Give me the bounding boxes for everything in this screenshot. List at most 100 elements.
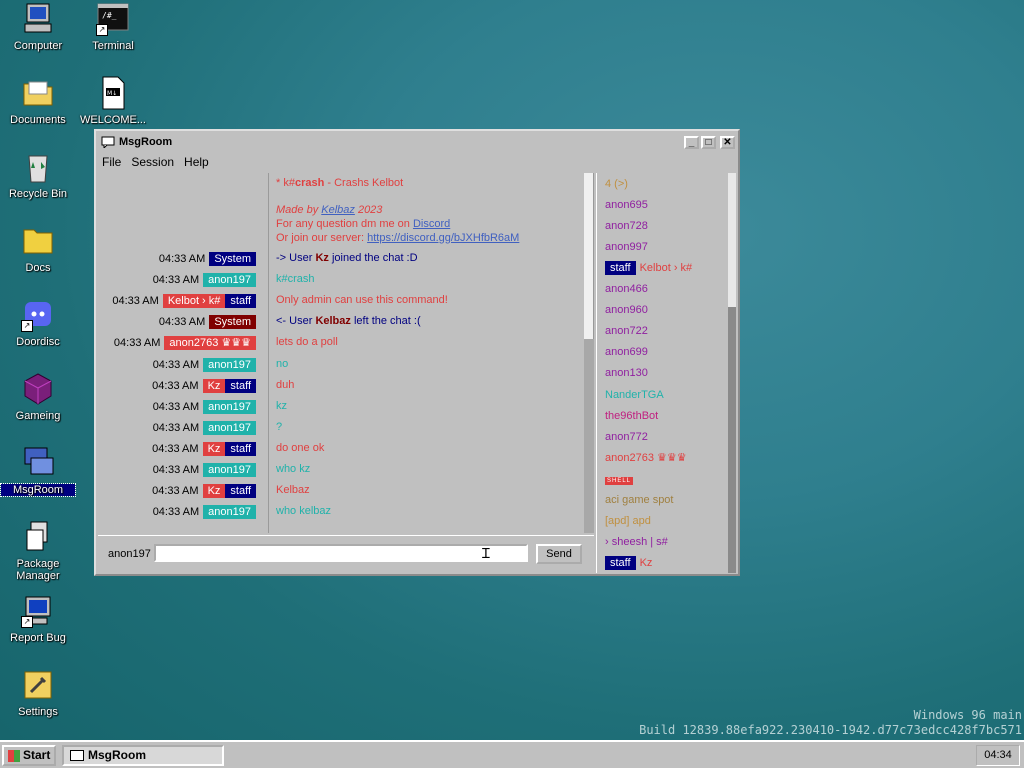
desktop-icon-docs[interactable]: Docs	[1, 224, 75, 274]
user-list-item[interactable]: anon695	[605, 196, 648, 214]
user-list-item[interactable]: staff Kz	[605, 554, 652, 572]
desktop-icon-terminal[interactable]: /#_ ↗ Terminal	[76, 2, 150, 52]
user-badge[interactable]: anon197	[203, 463, 256, 477]
user-list-item[interactable]: the96thBot	[605, 407, 658, 425]
user-list-item[interactable]: anon699	[605, 343, 648, 361]
maximize-button[interactable]: □	[701, 135, 716, 149]
message-scrollbar[interactable]	[584, 173, 594, 533]
user-badge[interactable]: anon197	[203, 400, 256, 414]
desktop-icon-welcome[interactable]: M↓ WELCOME...	[76, 76, 150, 126]
report-bug-icon: ↗	[21, 594, 55, 628]
user-list-item[interactable]: staff Kelbot › k#	[605, 259, 692, 277]
desktop-icon-msgroom[interactable]: MsgRoom	[0, 446, 76, 497]
user-badge[interactable]: staff	[225, 379, 256, 393]
message-meta: 04:33 AM System	[100, 251, 256, 267]
user-list-item[interactable]: [apd] apd	[605, 512, 651, 530]
user-list-item[interactable]: anon466	[605, 280, 648, 298]
desktop-icon-gameing[interactable]: Gameing	[1, 372, 75, 422]
desktop-icon-computer[interactable]: Computer	[1, 2, 75, 52]
taskbar-item-msgroom[interactable]: MsgRoom	[62, 745, 224, 766]
user-list-item[interactable]: aci game spot	[605, 491, 673, 509]
svg-text:M↓: M↓	[107, 90, 117, 97]
user-badge[interactable]: System	[209, 252, 256, 266]
user-name: 4 (>)	[605, 178, 628, 190]
scrollbar-thumb	[584, 173, 594, 339]
message-text: Only admin can use this command!	[276, 294, 448, 306]
scrollbar-track	[584, 339, 594, 533]
user-badge[interactable]: anon197	[203, 421, 256, 435]
windows-logo-icon	[8, 749, 20, 762]
message-timestamp: 04:33 AM	[152, 359, 200, 371]
user-name: [apd] apd	[605, 515, 651, 527]
user-badge[interactable]: Kz	[202, 484, 226, 498]
message-meta: 04:33 AM System	[100, 314, 256, 330]
desktop-icon-recycle-bin[interactable]: Recycle Bin	[1, 150, 75, 200]
minimize-button[interactable]: _	[684, 135, 699, 149]
message-text: duh	[276, 379, 295, 391]
markdown-file-icon: M↓	[96, 76, 130, 110]
user-list: 4 (>) anon695 anon728 anon997 staff Kelbot › …	[596, 173, 727, 573]
user-scrollbar-track	[728, 307, 736, 573]
message-text: ?	[276, 421, 283, 433]
user-list-item[interactable]: anon772	[605, 428, 648, 446]
message-meta: 04:33 AM anon197	[100, 399, 256, 415]
start-button[interactable]: Start	[2, 745, 56, 766]
user-badge[interactable]: anon197	[203, 505, 256, 519]
user-list-item[interactable]: anon728	[605, 217, 648, 235]
user-badge[interactable]: Kz	[202, 442, 226, 456]
user-list-item[interactable]: anon130	[605, 364, 648, 382]
message-meta: 04:33 AM anon197	[100, 357, 256, 373]
user-badge[interactable]: System	[209, 315, 256, 329]
user-badge[interactable]: anon197	[203, 358, 256, 372]
msgroom-icon	[21, 446, 55, 480]
user-list-item[interactable]: › sheesh | s#	[605, 533, 668, 551]
user-name: the96thBot	[605, 410, 659, 422]
input-bar: anon197 Ɪ Send	[98, 535, 594, 572]
user-list-item[interactable]: anon2763 ♛♛♛	[605, 449, 687, 467]
user-list-item[interactable]: anon960	[605, 301, 648, 319]
menu-bar: File Session Help	[96, 153, 738, 171]
send-button[interactable]: Send	[536, 544, 582, 564]
user-list-item[interactable]: NanderTGA	[605, 386, 664, 404]
message-input[interactable]	[154, 544, 528, 562]
message-meta: 04:33 AM anon197	[100, 272, 256, 288]
user-badge[interactable]: Kz	[202, 379, 226, 393]
user-name: anon466	[605, 283, 648, 295]
author-link[interactable]: Kelbaz	[321, 204, 355, 216]
user-name: anon960	[605, 304, 648, 316]
user-badge[interactable]: staff	[225, 442, 256, 456]
menu-help[interactable]: Help	[184, 155, 209, 169]
desktop-icon-report-bug[interactable]: ↗ Report Bug	[1, 594, 75, 644]
user-badge[interactable]: staff	[225, 484, 256, 498]
message-timestamp: 04:33 AM	[158, 316, 206, 328]
user-badge[interactable]: anon197	[203, 273, 256, 287]
user-badge[interactable]: Kelbot › k#	[162, 294, 226, 308]
user-list-scrollbar[interactable]	[728, 173, 736, 573]
desktop-icon-package-manager[interactable]: Package Manager	[1, 520, 75, 582]
taskbar: Start MsgRoom 04:34	[0, 740, 1024, 768]
message-timestamp: 04:33 AM	[113, 337, 161, 349]
close-button[interactable]: ✕	[720, 135, 735, 149]
menu-file[interactable]: File	[102, 155, 121, 169]
message-meta: 04:33 AM Kz staff	[100, 441, 256, 457]
msgroom-window: MsgRoom _ □ ✕ File Session Help * k#cras…	[94, 129, 740, 576]
title-bar[interactable]: MsgRoom _ □ ✕	[97, 132, 737, 152]
desktop-icon-doordisc[interactable]: ↗ Doordisc	[1, 298, 75, 348]
invite-link[interactable]: https://discord.gg/bJXHfbR6aM	[367, 232, 519, 244]
desktop-icon-settings[interactable]: Settings	[1, 668, 75, 718]
user-badge[interactable]: staff	[225, 294, 256, 308]
user-list-item[interactable]: anon997	[605, 238, 648, 256]
menu-session[interactable]: Session	[131, 155, 174, 169]
desktop-icon-documents[interactable]: Documents	[1, 76, 75, 126]
user-list-item[interactable]: SHELL	[605, 470, 634, 488]
user-list-item[interactable]: anon722	[605, 322, 648, 340]
window-title: MsgRoom	[119, 136, 173, 148]
message-meta: 04:33 AM anon197	[100, 420, 256, 436]
user-list-item[interactable]: 4 (>)	[605, 175, 628, 193]
user-badge[interactable]: anon2763 ♛♛♛	[164, 336, 256, 350]
user-name: Kz	[639, 557, 653, 569]
svg-text:/#_: /#_	[102, 11, 117, 20]
discord-link[interactable]: Discord	[413, 218, 450, 230]
message-meta: 04:33 AM Kz staff	[100, 483, 256, 499]
message-timestamp: 04:33 AM	[152, 485, 199, 497]
